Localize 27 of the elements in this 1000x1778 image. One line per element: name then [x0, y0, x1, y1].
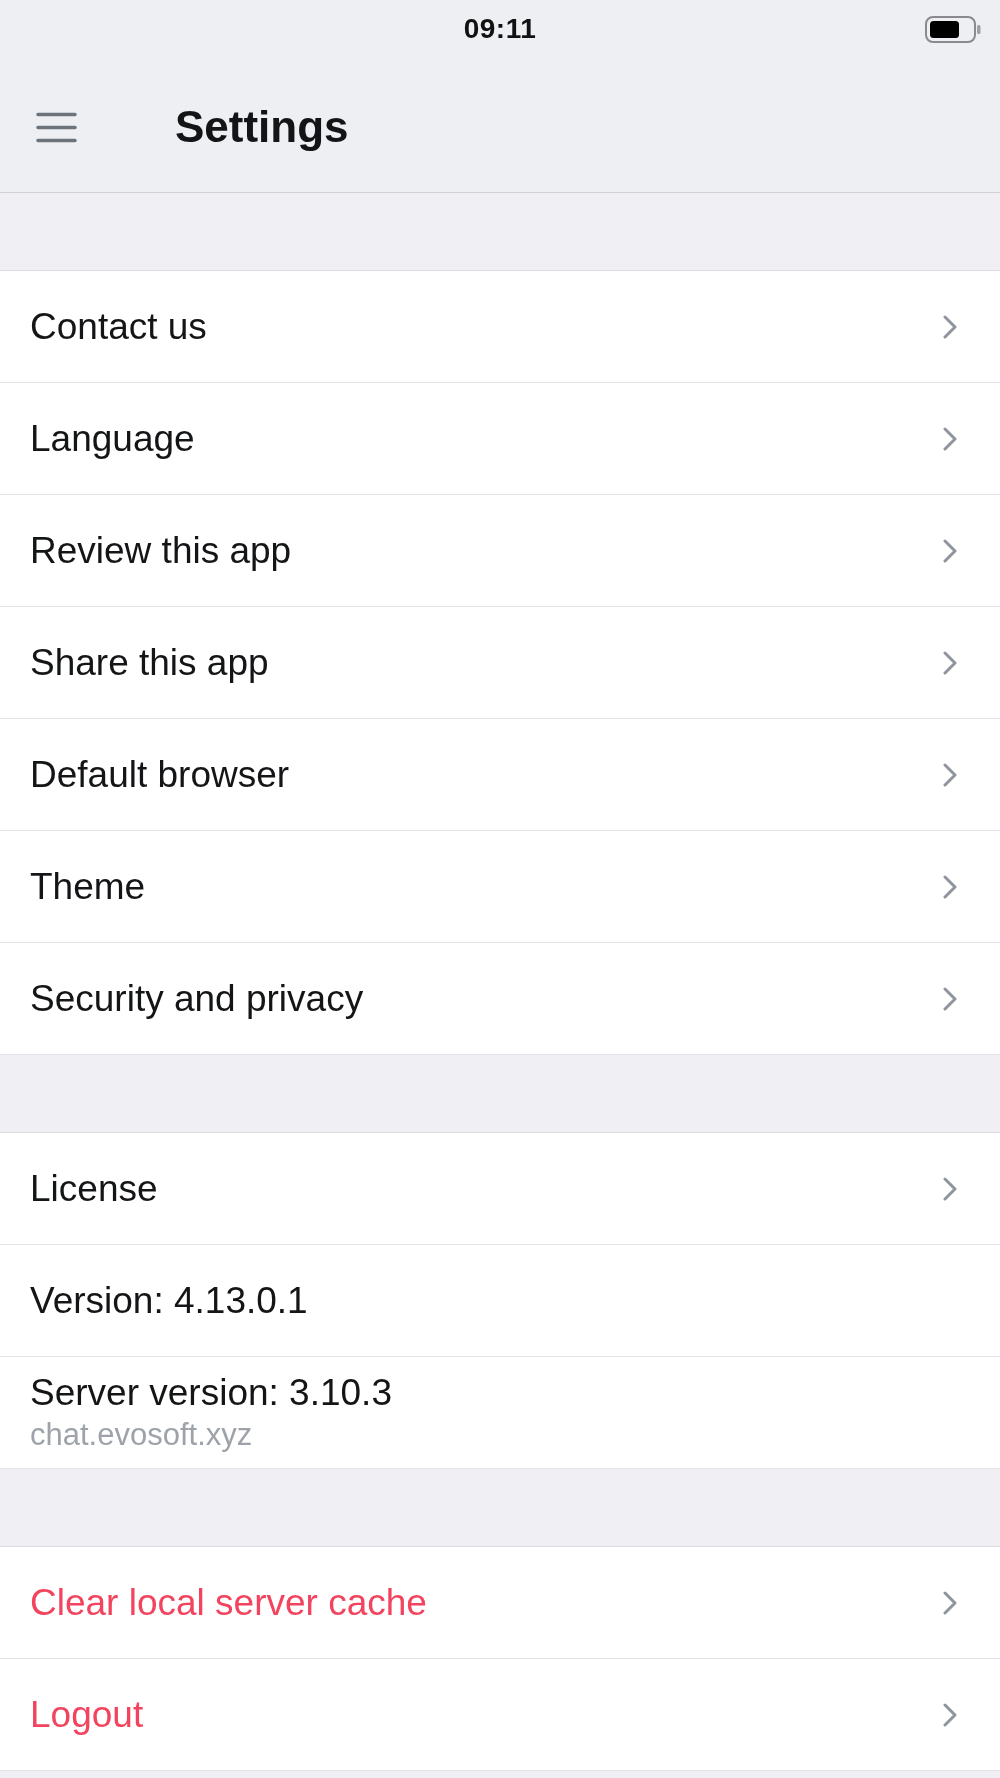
menu-icon[interactable] [36, 111, 77, 143]
settings-item[interactable]: Language [0, 383, 1000, 495]
chevron-right-icon [943, 650, 957, 675]
chevron-right-icon [943, 1176, 957, 1201]
chevron-right-icon [943, 874, 957, 899]
settings-item[interactable]: License [0, 1133, 1000, 1245]
chevron-right-icon [943, 426, 957, 451]
info-text: Version: 4.13.0.1 [30, 1278, 309, 1323]
settings-item[interactable]: Security and privacy [0, 943, 1000, 1055]
settings-item[interactable]: Theme [0, 831, 1000, 943]
settings-item[interactable]: Review this app [0, 495, 1000, 607]
chevron-right-icon [943, 986, 957, 1011]
settings-item[interactable]: Contact us [0, 271, 1000, 383]
status-time: 09:11 [463, 13, 537, 45]
settings-item[interactable]: Share this app [0, 607, 1000, 719]
subtitle-text: chat.evosoft.xyz [30, 1415, 254, 1454]
page-title: Settings [175, 102, 349, 152]
settings-item[interactable]: Logout [0, 1659, 1000, 1771]
chevron-right-icon [943, 1702, 957, 1727]
settings-item[interactable]: Clear local server cache [0, 1547, 1000, 1659]
chevron-right-icon [943, 314, 957, 339]
settings-item[interactable]: Default browser [0, 719, 1000, 831]
chevron-right-icon [943, 538, 957, 563]
chevron-right-icon [943, 1590, 957, 1615]
chevron-right-icon [943, 762, 957, 787]
info-text: Server version: 3.10.3 [30, 1370, 393, 1415]
battery-icon [925, 15, 981, 43]
